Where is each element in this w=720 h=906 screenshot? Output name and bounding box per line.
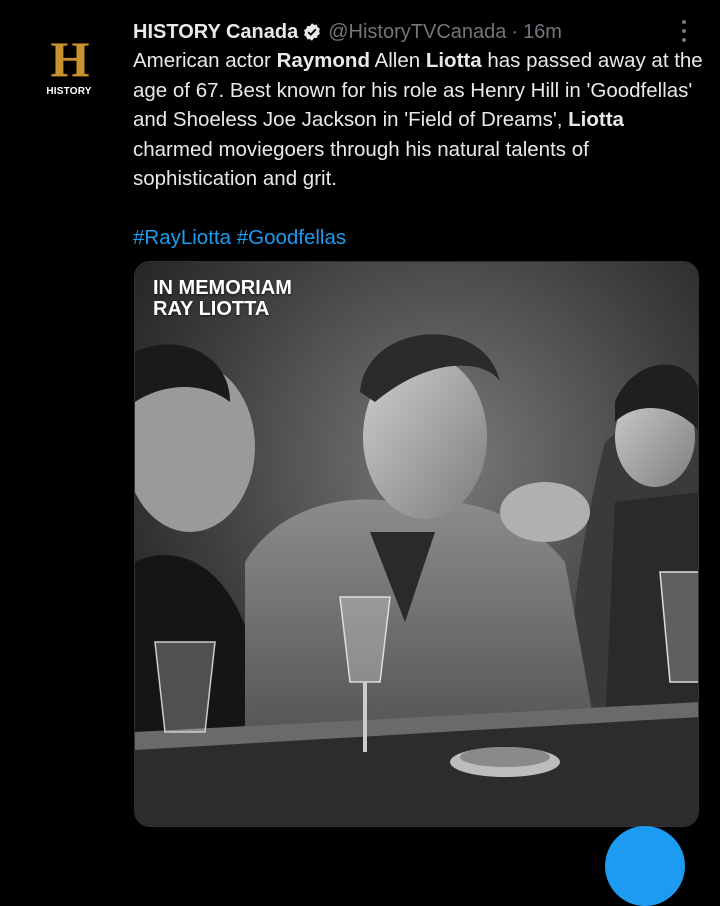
tweet-header: HISTORY Canada @HistoryTVCanada · 16m — [133, 18, 562, 46]
author-handle[interactable]: @HistoryTVCanada — [328, 21, 506, 44]
tweet-media-image[interactable]: IN MEMORIAM RAY LIOTTA — [134, 261, 699, 827]
separator-dot: · — [511, 20, 519, 43]
tweet-text-highlight: Liotta — [568, 108, 624, 131]
hashtag-goodfellas[interactable]: #Goodfellas — [237, 226, 346, 249]
author-name[interactable]: HISTORY Canada — [133, 21, 298, 44]
history-logo-icon: H — [50, 31, 90, 87]
more-options-icon[interactable] — [675, 18, 693, 44]
tweet-text-segment: American actor — [133, 49, 277, 72]
tweet-text-segment: charmed moviegoers through his natural t… — [133, 137, 589, 191]
caption-line-2: RAY LIOTTA — [153, 298, 270, 320]
compose-button[interactable] — [605, 826, 685, 906]
hashtag-rayliotta[interactable]: #RayLiotta — [133, 226, 231, 249]
tweet-text-segment: Allen — [369, 49, 426, 72]
avatar[interactable]: H HISTORY — [38, 31, 100, 100]
history-logo-text: HISTORY — [46, 86, 92, 97]
timestamp[interactable]: 16m — [523, 21, 562, 44]
image-caption: IN MEMORIAM RAY LIOTTA — [153, 278, 292, 320]
tweet-text: American actor Raymond Allen Liotta has … — [133, 46, 703, 194]
tweet-text-highlight: Liotta — [425, 49, 482, 72]
photo-illustration — [135, 262, 698, 826]
hashtags: #RayLiotta #Goodfellas — [133, 223, 346, 252]
tweet-text-highlight: Raymond — [276, 49, 370, 72]
caption-line-1: IN MEMORIAM — [153, 277, 292, 299]
verified-badge-icon — [304, 23, 321, 41]
